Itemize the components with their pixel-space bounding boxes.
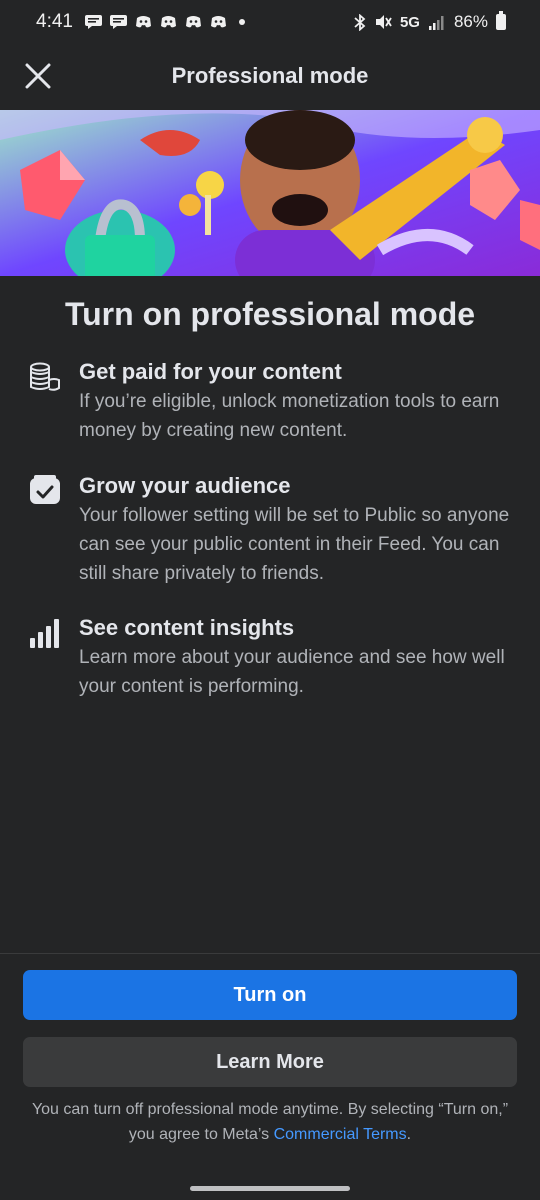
message-notification-icon: [109, 15, 127, 29]
feature-description: Learn more about your audience and see h…: [79, 647, 505, 697]
footnote-period: .: [406, 1126, 412, 1143]
footer-divider: [0, 953, 540, 954]
discord-notification-icon: [160, 16, 176, 28]
more-notifications-dot: [238, 19, 245, 25]
feature-item-insights: See content insights Learn more about yo…: [28, 614, 518, 701]
feature-title: Grow your audience: [79, 473, 291, 498]
turn-on-button[interactable]: Turn on: [23, 970, 517, 1020]
close-button[interactable]: [20, 58, 56, 94]
message-notification-icon: [84, 15, 102, 29]
inbox-check-icon: [30, 475, 60, 504]
discord-notification-icon: [185, 16, 201, 28]
close-icon: [25, 63, 51, 89]
feature-description: If you’re eligible, unlock monetization …: [79, 391, 500, 441]
page-title: Professional mode: [171, 63, 369, 88]
banner-illustration: [0, 110, 540, 276]
learn-more-button[interactable]: Learn More: [23, 1037, 517, 1087]
feature-description: Your follower setting will be set to Pub…: [79, 505, 510, 584]
feature-item-get-paid: Get paid for your content If you’re elig…: [28, 358, 518, 445]
status-right: 5G 86%: [354, 11, 506, 32]
app-header: Professional mode: [0, 48, 540, 104]
hero-banner-image: [0, 110, 540, 276]
commercial-terms-link[interactable]: Commercial Terms: [274, 1126, 407, 1143]
coins-icon: [30, 362, 60, 391]
battery-icon: [496, 11, 506, 30]
feature-title: See content insights: [79, 615, 295, 640]
feature-title: Get paid for your content: [79, 359, 342, 384]
home-indicator[interactable]: [190, 1186, 350, 1191]
mute-icon: [375, 15, 392, 29]
footnote-text: You can turn off professional mode anyti…: [31, 1101, 509, 1143]
bluetooth-icon: [354, 13, 366, 31]
status-time: 4:41: [36, 11, 73, 32]
main-heading: Turn on professional mode: [64, 296, 476, 332]
battery-percent: 86%: [453, 12, 488, 31]
discord-notification-icon: [135, 16, 151, 28]
status-bar: 4:41 5G 86%: [0, 0, 540, 44]
bar-chart-icon: [30, 619, 59, 648]
discord-notification-icon: [210, 16, 226, 28]
terms-footnote: You can turn off professional mode anyti…: [20, 1097, 520, 1147]
signal-icon: [428, 15, 444, 30]
status-left: 4:41: [36, 11, 245, 33]
network-type: 5G: [399, 13, 420, 31]
feature-item-grow-audience: Grow your audience Your follower setting…: [28, 472, 518, 588]
